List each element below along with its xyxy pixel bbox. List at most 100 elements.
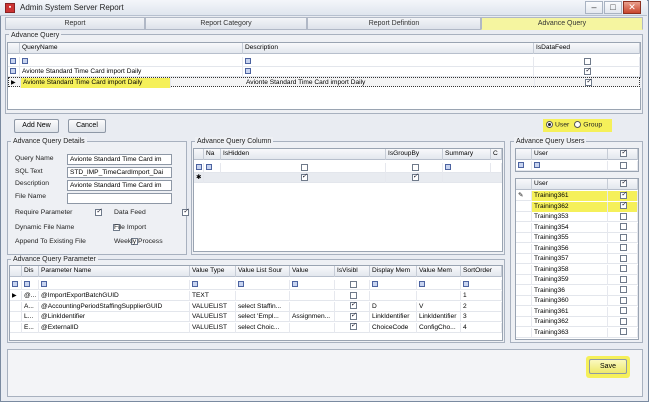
- user-checkbox[interactable]: [620, 317, 627, 325]
- col-dis[interactable]: Dis: [22, 266, 39, 277]
- user-checkbox[interactable]: [620, 296, 627, 304]
- filter-icon[interactable]: [534, 162, 540, 169]
- user-checkbox[interactable]: [620, 275, 627, 283]
- user-row[interactable]: Training357: [516, 254, 638, 264]
- tab-report-category[interactable]: Report Category: [145, 17, 307, 30]
- isvisible-checkbox[interactable]: [349, 312, 357, 321]
- group-radio[interactable]: [574, 121, 582, 128]
- isvisible-checkbox[interactable]: [349, 302, 357, 310]
- filter-checkbox[interactable]: [620, 161, 627, 169]
- col-queryname[interactable]: QueryName: [20, 43, 243, 54]
- col-na[interactable]: Na: [204, 149, 221, 160]
- user-row[interactable]: Training362: [516, 317, 638, 327]
- user-radio[interactable]: [546, 121, 553, 128]
- description-field[interactable]: Avionte Standard Time Card im: [67, 180, 172, 191]
- user-row[interactable]: Training360: [516, 296, 638, 306]
- user-row[interactable]: Training362: [516, 201, 638, 212]
- isvisible-checkbox[interactable]: [349, 323, 357, 331]
- col-user-filter[interactable]: User: [532, 149, 608, 160]
- save-button[interactable]: Save: [589, 359, 627, 374]
- user-row[interactable]: Training36: [516, 285, 638, 296]
- minimize-button[interactable]: –: [585, 1, 603, 14]
- filter-checkbox[interactable]: [300, 163, 308, 171]
- col-c[interactable]: C: [491, 149, 502, 160]
- require-parameter-checkbox[interactable]: [95, 207, 102, 216]
- filter-clear-icon[interactable]: [12, 281, 18, 288]
- user-checkbox[interactable]: [620, 265, 627, 273]
- filter-icon[interactable]: [10, 68, 16, 75]
- user-row[interactable]: Training354: [516, 222, 638, 233]
- maximize-button[interactable]: □: [604, 1, 622, 14]
- filter-icon[interactable]: [445, 164, 451, 171]
- filter-icon[interactable]: [245, 68, 251, 75]
- filter-icon[interactable]: [463, 281, 469, 288]
- col-ishidden[interactable]: IsHidden: [221, 149, 386, 160]
- col-isgroupby[interactable]: IsGroupBy: [386, 149, 443, 160]
- add-new-button[interactable]: Add New: [14, 119, 59, 133]
- filter-icon[interactable]: [22, 58, 28, 65]
- table-row-selected[interactable]: ▶ Avionte Standard Time Card import Dail…: [8, 77, 641, 88]
- table-row[interactable]: ▶ @... @ImportExportBatchGUID TEXT 1: [10, 291, 502, 301]
- tab-advance-query[interactable]: Advance Query: [481, 17, 643, 30]
- filter-icon[interactable]: [41, 281, 47, 288]
- filter-icon[interactable]: [292, 281, 298, 288]
- tab-report[interactable]: Report: [5, 17, 145, 30]
- col-value[interactable]: Value: [290, 266, 335, 277]
- datafeed-checkbox[interactable]: [585, 78, 592, 87]
- ishidden-checkbox[interactable]: [300, 173, 308, 182]
- query-name-field[interactable]: Avionte Standard Time Card im: [67, 154, 172, 165]
- col-value-type[interactable]: Value Type: [190, 266, 236, 277]
- filter-checkbox[interactable]: [349, 280, 357, 288]
- user-row[interactable]: Training363: [516, 327, 638, 338]
- filter-clear-icon[interactable]: [518, 162, 524, 169]
- file-name-field[interactable]: [67, 193, 172, 204]
- user-row[interactable]: Training356: [516, 243, 638, 254]
- user-checkbox[interactable]: [620, 202, 627, 210]
- filter-checkbox[interactable]: [584, 57, 591, 65]
- table-row[interactable]: E...@ExternalIDVALUELISTselect Choic... C…: [10, 322, 502, 333]
- user-checkbox[interactable]: [620, 223, 627, 231]
- filter-icon[interactable]: [206, 164, 212, 171]
- col-isvisible[interactable]: IsVisibl: [335, 266, 370, 277]
- col-isdatafeed[interactable]: IsDataFeed: [534, 43, 640, 54]
- col-value-member[interactable]: Value Mem: [417, 266, 461, 277]
- user-row[interactable]: Training355: [516, 233, 638, 243]
- col-value-list-source[interactable]: Value List Sour: [236, 266, 290, 277]
- col-sortorder[interactable]: SortOrder: [461, 266, 502, 277]
- isvisible-checkbox[interactable]: [349, 291, 357, 299]
- user-row[interactable]: ✎ Training361: [516, 191, 638, 201]
- col-parameter-name[interactable]: Parameter Name: [39, 266, 190, 277]
- user-row[interactable]: Training361: [516, 306, 638, 317]
- filter-icon[interactable]: [372, 281, 378, 288]
- select-all-checkbox[interactable]: [620, 149, 627, 158]
- user-checkbox[interactable]: [620, 233, 627, 241]
- filter-clear-icon[interactable]: [196, 164, 202, 171]
- col-description[interactable]: Description: [243, 43, 534, 54]
- user-row[interactable]: Training353: [516, 212, 638, 222]
- user-checkbox[interactable]: [620, 212, 627, 220]
- user-checkbox[interactable]: [620, 191, 627, 200]
- datafeed-checkbox[interactable]: [584, 67, 591, 76]
- close-button[interactable]: ✕: [623, 1, 641, 14]
- col-display-member[interactable]: Display Mem: [370, 266, 417, 277]
- select-all-checkbox[interactable]: [620, 179, 627, 188]
- new-row[interactable]: ✱: [194, 173, 502, 183]
- filter-icon[interactable]: [419, 281, 425, 288]
- data-feed-checkbox[interactable]: [181, 207, 189, 216]
- user-checkbox[interactable]: [620, 286, 627, 294]
- user-checkbox[interactable]: [620, 244, 627, 252]
- filter-icon[interactable]: [192, 281, 198, 288]
- user-checkbox[interactable]: [620, 307, 627, 315]
- user-row[interactable]: Training359: [516, 275, 638, 285]
- filter-icon[interactable]: [245, 58, 251, 65]
- col-user[interactable]: User: [532, 179, 608, 190]
- cancel-button[interactable]: Cancel: [68, 119, 106, 133]
- table-row[interactable]: Avionte Standard Time Card import Daily: [8, 67, 640, 77]
- sql-text-field[interactable]: STD_IMP_TimeCardImport_Dai: [67, 167, 172, 178]
- user-row[interactable]: Training358: [516, 264, 638, 275]
- filter-icon[interactable]: [24, 281, 30, 288]
- user-checkbox[interactable]: [620, 328, 627, 336]
- filter-icon[interactable]: [238, 281, 244, 288]
- tab-report-definition[interactable]: Report Defintion: [307, 17, 481, 30]
- user-checkbox[interactable]: [620, 254, 627, 262]
